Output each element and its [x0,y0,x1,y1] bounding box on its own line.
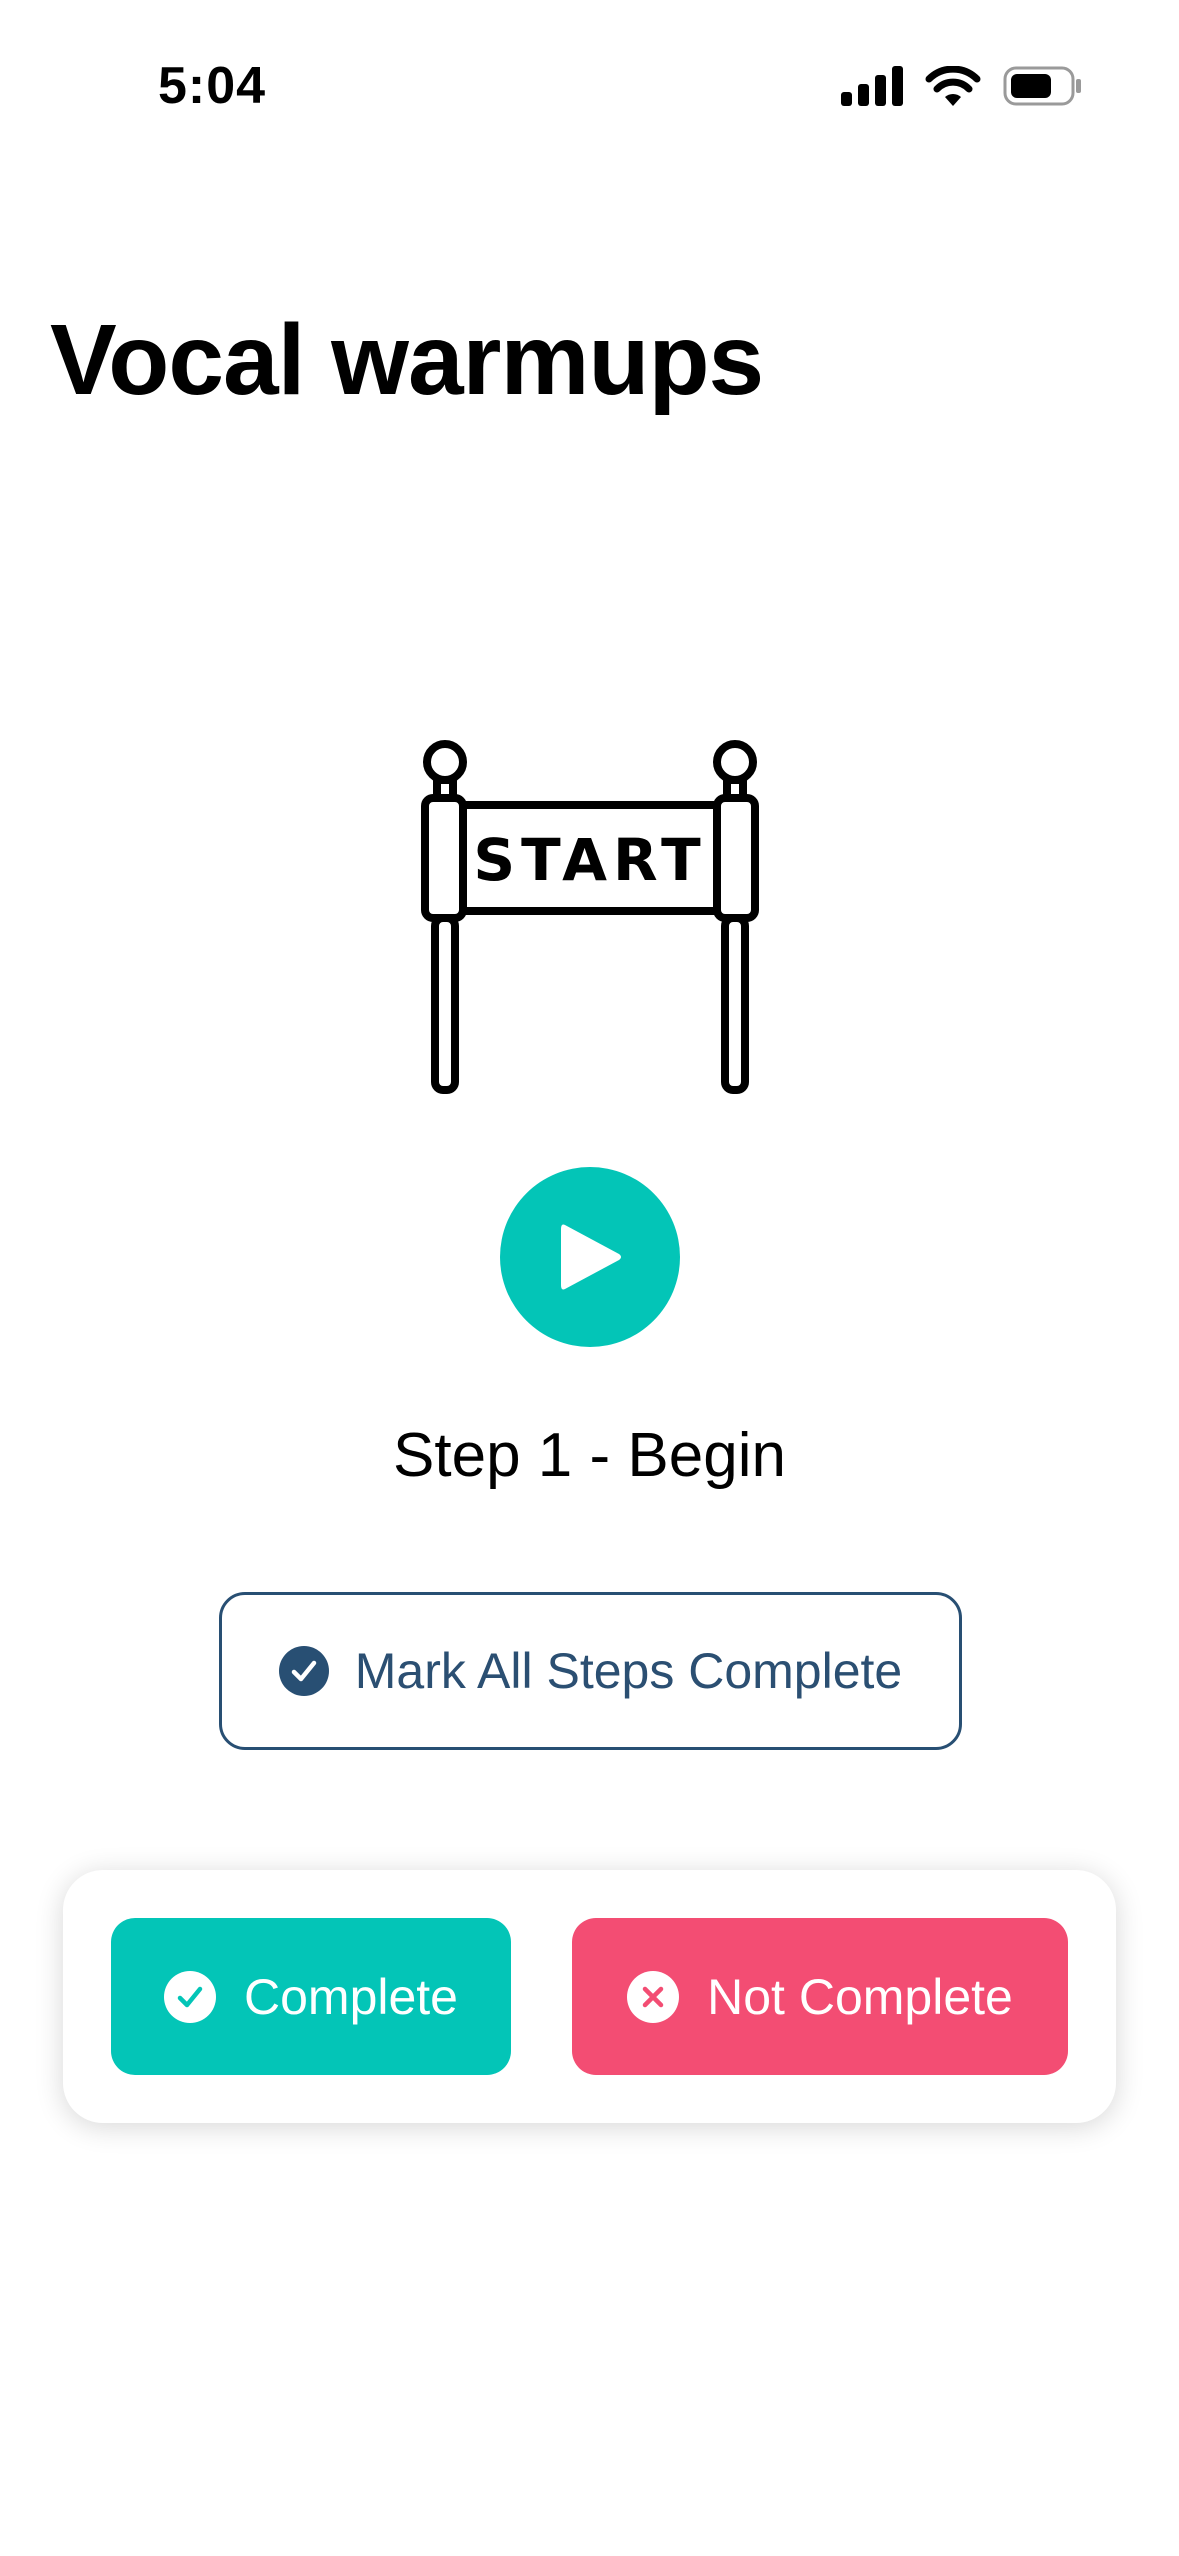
complete-label: Complete [244,1968,458,2025]
banner-text: START [473,826,706,894]
action-card: Complete Not Complete [63,1870,1116,2123]
not-complete-label: Not Complete [707,1968,1013,2025]
x-circle-icon [627,1970,680,2023]
battery-icon [1003,66,1083,106]
mark-all-label: Mark All Steps Complete [354,1643,903,1699]
check-circle-icon [164,1970,216,2023]
mark-all-steps-complete-button[interactable]: Mark All Steps Complete [219,1592,962,1750]
play-icon [555,1219,625,1295]
check-circle-icon [278,1646,329,1696]
status-time: 5:04 [158,57,267,115]
status-icons [841,66,1083,106]
status-bar: 5:04 [0,0,1179,170]
not-complete-button[interactable]: Not Complete [572,1918,1068,2075]
complete-button[interactable]: Complete [111,1918,511,2075]
cellular-signal-icon [841,66,903,106]
step-label: Step 1 - Begin [393,1421,786,1490]
start-banner-icon: START [415,730,765,1100]
page-title: Vocal warmups [50,304,764,416]
wifi-icon [925,66,981,106]
play-button[interactable] [500,1167,680,1347]
